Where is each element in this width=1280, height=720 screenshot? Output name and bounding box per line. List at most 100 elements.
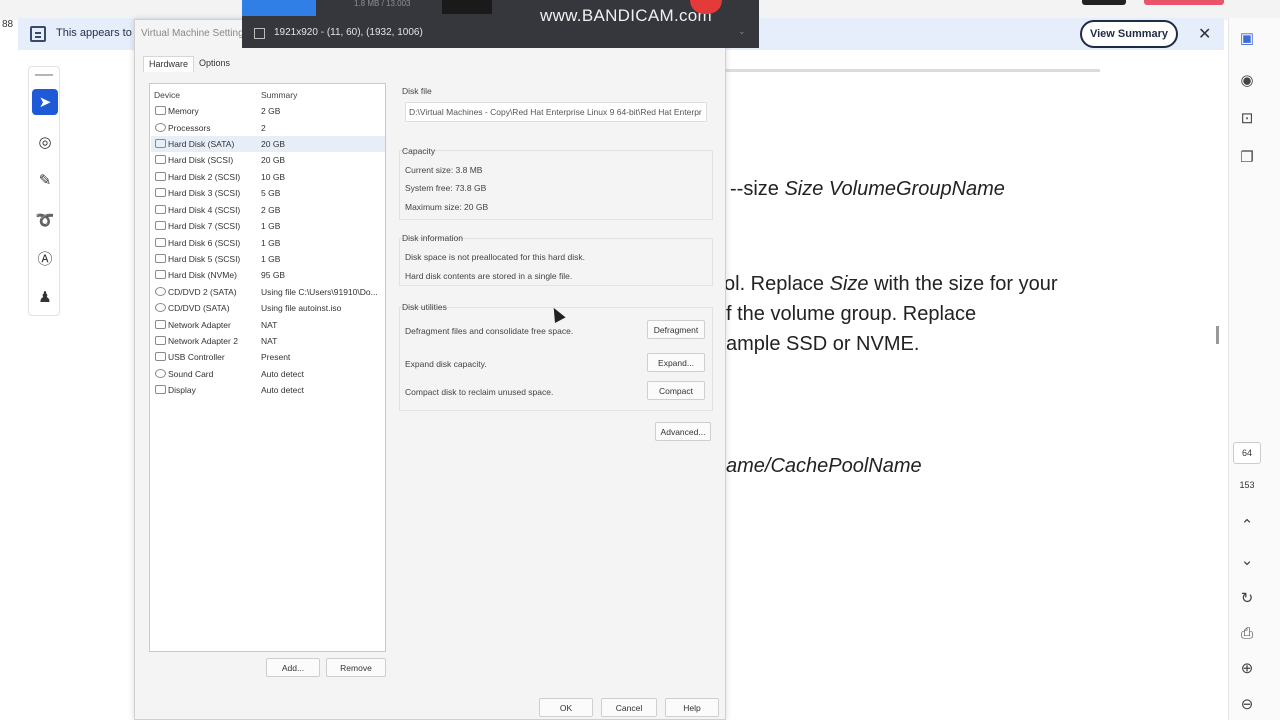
comment-icon[interactable]: ◎: [32, 129, 58, 155]
device-row-hard-disk-3[interactable]: Hard Disk 3 (SCSI) 5 GB: [151, 185, 385, 201]
current-page-box[interactable]: 64: [1233, 442, 1261, 464]
device-row-sound-card[interactable]: Sound Card Auto detect: [151, 366, 385, 382]
remove-device-button[interactable]: Remove: [326, 658, 386, 677]
defragment-description: Defragment files and consolidate free sp…: [405, 326, 574, 336]
top-bar-accent-button[interactable]: [1144, 0, 1224, 5]
chevron-down-icon[interactable]: ⌄: [738, 26, 746, 37]
device-row-network-adapter[interactable]: Network Adapter NAT: [151, 317, 385, 333]
device-row-hard-disk-sata[interactable]: Hard Disk (SATA) 20 GB: [151, 136, 385, 152]
device-row-memory[interactable]: Memory 2 GB: [151, 103, 385, 119]
device-column-header: Device: [154, 90, 180, 100]
device-row-processors[interactable]: Processors 2: [151, 120, 385, 136]
speaker-icon: [155, 369, 166, 378]
device-row-hard-disk-2[interactable]: Hard Disk 2 (SCSI) 10 GB: [151, 169, 385, 185]
current-size: Current size: 3.8 MB: [405, 165, 483, 175]
pen-icon[interactable]: ✎: [32, 167, 58, 193]
zoom-out-icon[interactable]: ⊖: [1237, 694, 1257, 714]
chat-icon[interactable]: ◉: [1237, 70, 1257, 90]
pages-icon[interactable]: ❐: [1237, 147, 1257, 167]
device-row-cd-dvd-2[interactable]: CD/DVD 2 (SATA) Using file C:\Users\91910…: [151, 284, 385, 300]
document-divider: [724, 69, 1100, 72]
doc-line-1: --size Size VolumeGroupName: [730, 178, 1005, 200]
region-checkbox[interactable]: [254, 28, 265, 39]
device-row-display[interactable]: Display Auto detect: [151, 382, 385, 398]
stamp-icon[interactable]: ♟: [32, 284, 58, 310]
copilot-icon[interactable]: ▣: [1237, 28, 1257, 48]
doc-line-5: ame/CachePoolName: [726, 455, 922, 477]
tab-hardware[interactable]: Hardware: [143, 56, 195, 72]
memory-icon: [155, 106, 166, 115]
advanced-button[interactable]: Advanced...: [655, 422, 711, 441]
record-target-button[interactable]: [242, 0, 316, 16]
cd-icon: [155, 287, 166, 296]
close-icon[interactable]: ✕: [1198, 24, 1211, 44]
add-device-button[interactable]: Add...: [266, 658, 320, 677]
annotation-toolbar: ➤ ◎ ✎ ➰ Ⓐ ♟: [28, 66, 60, 316]
hard-disk-icon: [155, 254, 166, 263]
network-icon: [155, 336, 166, 345]
capture-region: 1921x920 - (11, 60), (1932, 1006): [274, 27, 423, 38]
left-edge-text: 88: [2, 19, 14, 30]
rotate-icon[interactable]: ↻: [1237, 588, 1257, 608]
select-cursor-icon[interactable]: ➤: [32, 89, 58, 115]
top-bar-dark-button[interactable]: [1082, 0, 1126, 5]
device-row-hard-disk-5[interactable]: Hard Disk 5 (SCSI) 1 GB: [151, 251, 385, 267]
expand-description: Expand disk capacity.: [405, 359, 487, 369]
notice-text: This appears to b: [56, 27, 141, 39]
ok-button[interactable]: OK: [539, 698, 593, 717]
device-list[interactable]: Device Summary Memory 2 GB Processors 2 Ha…: [149, 83, 386, 652]
doc-line-2: ol. Replace Size with the size for your: [724, 273, 1058, 295]
doc-line-4: ample SSD or NVME.: [726, 333, 920, 355]
summary-column-header: Summary: [261, 90, 298, 100]
recording-stats: 1.8 MB / 13.003: [354, 0, 411, 8]
chevron-down-icon[interactable]: ⌄: [1237, 550, 1257, 570]
device-row-cd-dvd[interactable]: CD/DVD (SATA) Using file autoinst.iso: [151, 300, 385, 316]
chevron-up-icon[interactable]: ⌃: [1237, 515, 1257, 535]
vm-settings-dialog: Virtual Machine Settings Hardware Option…: [134, 19, 726, 720]
device-row-hard-disk-scsi[interactable]: Hard Disk (SCSI) 20 GB: [151, 152, 385, 168]
lasso-icon[interactable]: ➰: [32, 207, 58, 233]
device-row-hard-disk-6[interactable]: Hard Disk 6 (SCSI) 1 GB: [151, 235, 385, 251]
device-row-network-adapter-2[interactable]: Network Adapter 2 NAT: [151, 333, 385, 349]
bookmark-icon[interactable]: ⊡: [1237, 108, 1257, 128]
device-row-hard-disk-7[interactable]: Hard Disk 7 (SCSI) 1 GB: [151, 218, 385, 234]
tab-options[interactable]: Options: [194, 56, 235, 72]
network-icon: [155, 320, 166, 329]
right-side-panel: ▣ ◉ ⊡ ❐ 64 153 ⌃ ⌄ ↻ ⎙ ⊕ ⊖: [1228, 18, 1280, 720]
hard-disk-icon: [155, 155, 166, 164]
capacity-label: Capacity: [402, 146, 436, 156]
total-pages: 153: [1239, 480, 1255, 490]
disk-utilities-label: Disk utilities: [402, 302, 447, 312]
cancel-button[interactable]: Cancel: [601, 698, 657, 717]
disk-info-label: Disk information: [402, 233, 463, 243]
device-row-hard-disk-nvme[interactable]: Hard Disk (NVMe) 95 GB: [151, 267, 385, 283]
compact-button[interactable]: Compact: [647, 381, 705, 400]
drag-handle[interactable]: [35, 74, 53, 76]
dialog-title: Virtual Machine Settings: [141, 28, 249, 39]
expand-button[interactable]: Expand...: [647, 353, 705, 372]
usb-icon: [155, 352, 166, 361]
disk-file-path[interactable]: D:\Virtual Machines - Copy\Red Hat Enter…: [405, 102, 707, 122]
hard-disk-icon: [155, 205, 166, 214]
hard-disk-icon: [155, 188, 166, 197]
maximum-size: Maximum size: 20 GB: [405, 202, 489, 212]
device-row-hard-disk-4[interactable]: Hard Disk 4 (SCSI) 2 GB: [151, 202, 385, 218]
hard-disk-icon: [155, 139, 166, 148]
scrollbar-thumb[interactable]: [1216, 326, 1219, 344]
help-button[interactable]: Help: [665, 698, 719, 717]
text-box-icon[interactable]: Ⓐ: [32, 245, 58, 271]
view-summary-button[interactable]: View Summary: [1080, 20, 1178, 48]
defragment-button[interactable]: Defragment: [647, 320, 705, 339]
fit-page-icon[interactable]: ⎙: [1237, 623, 1257, 643]
disk-info-line-2: Hard disk contents are stored in a singl…: [405, 271, 573, 281]
monitor-icon: [155, 385, 166, 394]
zoom-in-icon[interactable]: ⊕: [1237, 658, 1257, 678]
device-row-usb-controller[interactable]: USB Controller Present: [151, 349, 385, 365]
disk-info-line-1: Disk space is not preallocated for this …: [405, 252, 586, 262]
hard-disk-icon: [155, 221, 166, 230]
doc-line-3: f the volume group. Replace: [726, 303, 977, 325]
disk-file-label: Disk file: [402, 86, 432, 96]
overlay-dark-button[interactable]: [442, 0, 492, 14]
hard-disk-icon: [155, 172, 166, 181]
system-free: System free: 73.8 GB: [405, 183, 487, 193]
